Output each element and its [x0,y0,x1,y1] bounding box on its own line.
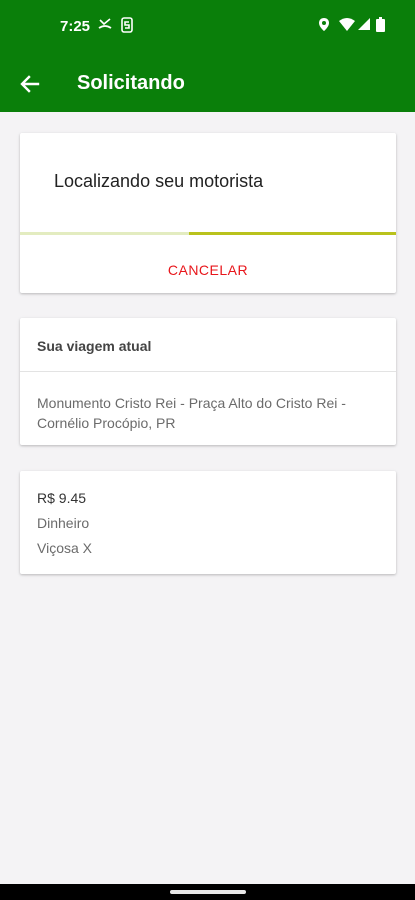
battery-icon [375,17,385,33]
status-time: 7:25 [60,18,91,35]
s-app-icon [119,17,135,33]
wifi-icon [338,17,356,33]
page-title: Solicitando [77,72,185,94]
signal-icon [356,17,372,33]
arrow-back-icon [20,75,40,93]
cancel-button[interactable]: CANCELAR [20,235,396,293]
locating-driver-message: Localizando seu motorista [54,171,264,191]
app-bar: Solicitando [0,56,415,112]
current-trip-card: Sua viagem atual Monumento Cristo Rei - … [20,318,396,445]
vehicle-name: Viçosa X [37,540,92,556]
fare-amount: R$ 9.45 [37,490,87,506]
current-trip-title: Sua viagem atual [37,338,152,354]
location-icon [316,17,332,33]
back-button[interactable] [14,68,46,100]
trip-destination-address: Monumento Cristo Rei - Praça Alto do Cri… [37,395,346,431]
driver-search-card: Localizando seu motorista CANCELAR [20,133,396,293]
trip-details-card: R$ 9.45 Dinheiro Viçosa X [20,471,396,574]
home-gesture-handle[interactable] [170,890,246,894]
missed-call-icon [97,17,113,33]
system-nav-bar [0,884,415,900]
payment-method: Dinheiro [37,515,90,531]
divider [20,371,396,372]
status-bar: 7:25 [0,0,415,56]
